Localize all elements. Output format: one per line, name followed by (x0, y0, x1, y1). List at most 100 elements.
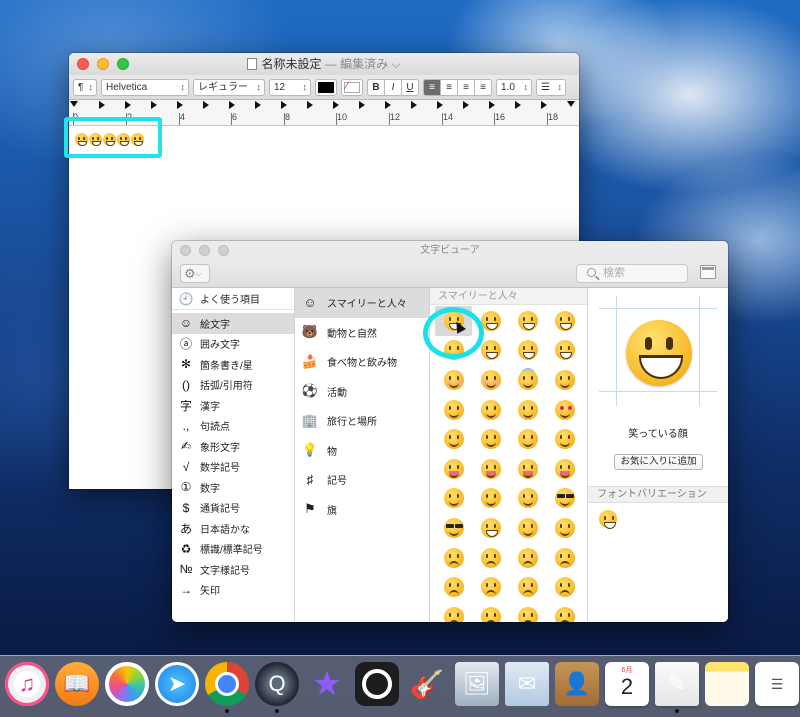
tab-stop[interactable] (307, 101, 313, 109)
underline-button[interactable]: U (401, 78, 419, 96)
dock-ibooks-icon[interactable]: 📖 (55, 662, 99, 706)
tab-stop[interactable] (489, 101, 495, 109)
action-menu-button[interactable]: ⚙⌵ (180, 264, 210, 283)
sidebar-item-arrows[interactable]: → 矢印 (172, 580, 294, 601)
sidebar-item-bullets-stars[interactable]: ✻ 箇条書き/星 (172, 354, 294, 375)
emoji-cell[interactable] (509, 424, 546, 454)
toggle-sidebar-button[interactable] (700, 265, 716, 279)
font-variation-item[interactable] (599, 510, 617, 529)
emoji-cell[interactable] (546, 365, 583, 395)
character-viewer-titlebar[interactable]: 文字ビューア (172, 241, 728, 261)
emoji-cell[interactable] (546, 306, 583, 336)
emoji-cell[interactable] (546, 543, 583, 573)
emoji-cell[interactable] (546, 336, 583, 366)
emoji-cell[interactable] (472, 513, 509, 543)
sidebar-item-currency[interactable]: $ 通貨記号 (172, 498, 294, 519)
add-to-favorites-button[interactable]: お気に入りに追加 (614, 454, 703, 470)
sidebar-item-digits[interactable]: ① 数字 (172, 477, 294, 498)
dock-quicktime-icon[interactable]: Q (255, 662, 299, 713)
sidebar-item-emoji[interactable]: ☺ 絵文字 (172, 313, 294, 334)
first-line-indent-marker[interactable] (70, 101, 78, 107)
emoji-cell[interactable] (546, 424, 583, 454)
title-edited-status[interactable]: — 編集済み ⌵ (325, 57, 401, 71)
emoji-cell[interactable] (435, 602, 472, 622)
emoji-cell[interactable] (509, 336, 546, 366)
tab-stop[interactable] (255, 101, 261, 109)
close-button[interactable] (180, 245, 191, 256)
emoji-cell[interactable] (435, 513, 472, 543)
search-input[interactable]: 検索 (576, 264, 688, 283)
sidebar-item-pictographs[interactable]: ✍ 象形文字 (172, 436, 294, 457)
tab-stop[interactable] (515, 101, 521, 109)
sidebar-item-letterlike[interactable]: № 文字様記号 (172, 559, 294, 580)
text-color-well[interactable] (315, 78, 337, 96)
font-family-popup[interactable]: Helvetica (101, 78, 189, 96)
tab-stop[interactable] (359, 101, 365, 109)
dock-preview-icon[interactable]: 🖼 (455, 662, 499, 706)
dock-notes-icon[interactable] (705, 662, 749, 706)
category-smileys-people[interactable]: ☺ スマイリーと人々 (295, 288, 429, 318)
emoji-cell[interactable] (509, 454, 546, 484)
emoji-cell[interactable] (509, 602, 546, 622)
dock-mail-icon[interactable]: ✉ (505, 662, 549, 706)
close-button[interactable] (77, 58, 89, 70)
emoji-cell[interactable] (509, 572, 546, 602)
align-justify-button[interactable]: ≡ (474, 78, 492, 96)
dock-chrome-icon[interactable] (205, 662, 249, 713)
emoji-cell[interactable] (472, 365, 509, 395)
emoji-cell[interactable] (509, 543, 546, 573)
category-activity[interactable]: ⚽ 活動 (295, 377, 429, 407)
emoji-cell[interactable] (435, 424, 472, 454)
textedit-titlebar[interactable]: 名称未設定 — 編集済み ⌵ (69, 53, 579, 75)
emoji-cell[interactable] (509, 395, 546, 425)
tab-stop[interactable] (333, 101, 339, 109)
tab-stop[interactable] (151, 101, 157, 109)
list-popup[interactable]: ☰ (536, 78, 566, 96)
emoji-cell[interactable] (472, 395, 509, 425)
minimize-button[interactable] (97, 58, 109, 70)
italic-button[interactable]: I (384, 78, 402, 96)
tab-stop[interactable] (463, 101, 469, 109)
sidebar-item-brackets[interactable]: () 括弧/引用符 (172, 375, 294, 396)
emoji-cell[interactable] (546, 484, 583, 514)
emoji-cell[interactable] (472, 484, 509, 514)
bold-button[interactable]: B (367, 78, 385, 96)
category-symbols[interactable]: ♯ 記号 (295, 465, 429, 495)
sidebar-item-punctuation[interactable]: ., 句読点 (172, 416, 294, 437)
category-flags[interactable]: ⚑ 旗 (295, 495, 429, 525)
zoom-button[interactable] (218, 245, 229, 256)
emoji-cell[interactable] (546, 395, 583, 425)
sidebar-item-kanji[interactable]: 字漢字 (172, 395, 294, 416)
dock-garageband-icon[interactable]: 🎸 (405, 662, 449, 706)
emoji-cell[interactable] (472, 543, 509, 573)
tab-stop[interactable] (385, 101, 391, 109)
tab-stop[interactable] (229, 101, 235, 109)
dock-textedit-icon[interactable]: ✎ (655, 662, 699, 713)
right-margin-marker[interactable] (567, 101, 575, 107)
emoji-cell[interactable] (435, 484, 472, 514)
dock-quicktime-player-icon[interactable] (355, 662, 399, 706)
emoji-cell[interactable] (472, 424, 509, 454)
background-color-well[interactable]: ⁄ (341, 78, 363, 96)
sidebar-item-signs[interactable]: ♻ 標識/標準記号 (172, 539, 294, 560)
dock-imovie-icon[interactable]: ★ (305, 662, 349, 706)
emoji-cell[interactable] (546, 513, 583, 543)
emoji-cell[interactable] (435, 365, 472, 395)
zoom-button[interactable] (117, 58, 129, 70)
category-animals-nature[interactable]: 🐻 動物と自然 (295, 318, 429, 348)
align-left-button[interactable]: ≡ (423, 78, 441, 96)
emoji-cell[interactable] (546, 572, 583, 602)
emoji-cell[interactable] (509, 484, 546, 514)
sidebar-item-math-symbols[interactable]: √ 数学記号 (172, 457, 294, 478)
category-travel-places[interactable]: 🏢 旅行と場所 (295, 406, 429, 436)
emoji-cell[interactable] (546, 602, 583, 622)
dock-safari-icon[interactable]: ➤ (155, 662, 199, 706)
sidebar-item-favorites[interactable]: 🕘 よく使う項目 (172, 288, 294, 310)
sidebar-item-japanese-kana[interactable]: あ日本語かな (172, 518, 294, 539)
align-center-button[interactable]: ≡ (440, 78, 458, 96)
tab-stop[interactable] (281, 101, 287, 109)
emoji-cell[interactable] (472, 572, 509, 602)
tab-stop[interactable] (203, 101, 209, 109)
emoji-cell[interactable] (435, 454, 472, 484)
sidebar-item-enclosed-characters[interactable]: ⓐ 囲み文字 (172, 334, 294, 355)
